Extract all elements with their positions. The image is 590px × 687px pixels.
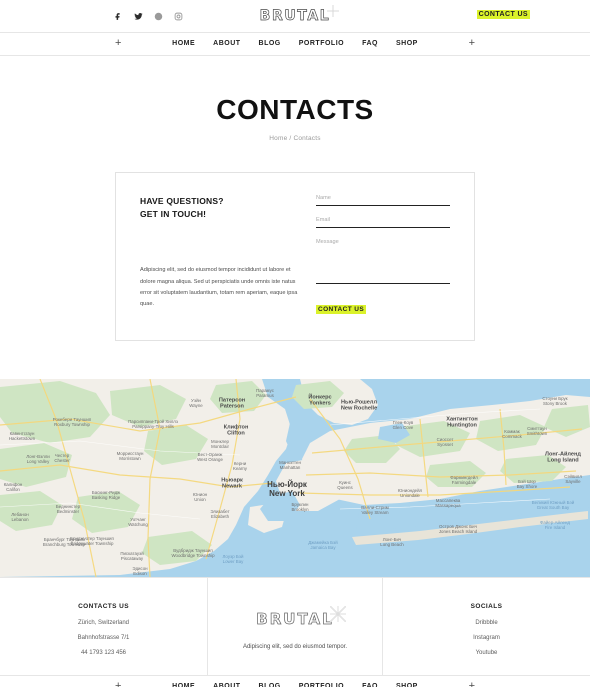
site-footer: CONTACTS US Zürich, Switzerland Bahnhofs… xyxy=(0,577,590,675)
footer-plus-right-icon[interactable]: + xyxy=(469,681,475,687)
contact-us-cta-top[interactable]: CONTACT US xyxy=(476,10,530,19)
breadcrumb: Home / Contacts xyxy=(269,135,321,142)
instagram-icon[interactable] xyxy=(173,11,184,22)
footer-socials-title: SOCIALS xyxy=(470,603,503,610)
footer-address-street: Bahnhofstrasse 7/1 xyxy=(77,635,130,641)
footer-phone: 44 1793 123 456 xyxy=(80,650,127,656)
top-bar: BRUTAL CONTACT US xyxy=(0,0,590,33)
social-links-top xyxy=(113,11,184,22)
footer-tagline: Adipiscing elit, sed do eiusmod tempor. xyxy=(242,643,348,650)
nav-item-about[interactable]: ABOUT xyxy=(213,40,240,47)
footer-social-dribbble[interactable]: Dribbble xyxy=(475,620,497,626)
page-title: CONTACTS xyxy=(216,94,374,125)
footer-socials-column: SOCIALS Dribbble Instagram Youtube xyxy=(383,578,590,675)
site-logo-text: BRUTAL xyxy=(259,5,339,24)
page-header: CONTACTS Home / Contacts xyxy=(0,56,590,172)
email-label: Email xyxy=(316,217,330,223)
message-input[interactable] xyxy=(316,283,450,284)
contact-heading: HAVE QUESTIONS? GET IN TOUCH! xyxy=(140,195,302,221)
contact-form-card: HAVE QUESTIONS? GET IN TOUCH! Adipiscing… xyxy=(115,172,475,341)
field-email: Email xyxy=(316,217,450,228)
contact-heading-line2: GET IN TOUCH! xyxy=(140,209,207,220)
page-root: BRUTAL CONTACT US + HOME ABOUT BLOG PORT… xyxy=(0,0,590,687)
footer-logo: BRUTAL xyxy=(256,605,347,628)
footer-nav-links: HOME ABOUT BLOG PORTFOLIO FAQ SHOP xyxy=(0,683,590,687)
nav-links: HOME ABOUT BLOG PORTFOLIO FAQ SHOP xyxy=(0,40,590,47)
footer-nav-item-about[interactable]: ABOUT xyxy=(213,683,240,687)
nav-item-portfolio[interactable]: PORTFOLIO xyxy=(299,40,344,47)
contact-submit-button[interactable]: CONTACT US xyxy=(316,305,367,314)
main-navigation: + HOME ABOUT BLOG PORTFOLIO FAQ SHOP + xyxy=(0,33,590,56)
footer-contacts-column: CONTACTS US Zürich, Switzerland Bahnhofs… xyxy=(0,578,207,675)
footer-nav-item-blog[interactable]: BLOG xyxy=(259,683,281,687)
contact-info-column: HAVE QUESTIONS? GET IN TOUCH! Adipiscing… xyxy=(140,195,312,316)
field-message: Message xyxy=(316,239,450,284)
twitter-icon[interactable] xyxy=(133,11,144,22)
plus-right-icon[interactable]: + xyxy=(469,38,475,49)
contact-paragraph: Adipiscing elit, sed do eiusmod tempor i… xyxy=(140,267,298,307)
nav-item-shop[interactable]: SHOP xyxy=(396,40,418,47)
footer-nav-item-portfolio[interactable]: PORTFOLIO xyxy=(299,683,344,687)
name-label: Name xyxy=(316,195,331,201)
footer-nav-item-shop[interactable]: SHOP xyxy=(396,683,418,687)
email-input[interactable] xyxy=(316,227,450,228)
facebook-icon[interactable] xyxy=(113,11,124,22)
map-canvas xyxy=(0,379,590,577)
contact-form-column: Name Email Message CONTACT US xyxy=(312,195,450,316)
contact-section: HAVE QUESTIONS? GET IN TOUCH! Adipiscing… xyxy=(0,172,590,341)
footer-nav-item-home[interactable]: HOME xyxy=(172,683,195,687)
footer-nav-item-faq[interactable]: FAQ xyxy=(362,683,378,687)
nav-item-faq[interactable]: FAQ xyxy=(362,40,378,47)
message-label: Message xyxy=(316,239,339,245)
footer-social-instagram[interactable]: Instagram xyxy=(473,635,500,641)
footer-address-city: Zürich, Switzerland xyxy=(77,620,130,626)
nav-item-home[interactable]: HOME xyxy=(172,40,195,47)
pinterest-icon[interactable] xyxy=(153,11,164,22)
footer-social-youtube[interactable]: Youtube xyxy=(476,650,498,656)
map-embed[interactable]: Кавентсгаун Hackettstown Рокебери Тауншип R… xyxy=(0,379,590,577)
footer-contacts-title: CONTACTS US xyxy=(78,603,129,610)
footer-navigation: + HOME ABOUT BLOG PORTFOLIO FAQ SHOP + xyxy=(0,675,590,687)
field-name: Name xyxy=(316,195,450,206)
name-input[interactable] xyxy=(316,205,450,206)
nav-item-blog[interactable]: BLOG xyxy=(259,40,281,47)
contact-heading-line1: HAVE QUESTIONS? xyxy=(140,196,224,206)
footer-brand-column: BRUTAL Adipiscing elit, sed do eiusmod t… xyxy=(207,578,383,675)
